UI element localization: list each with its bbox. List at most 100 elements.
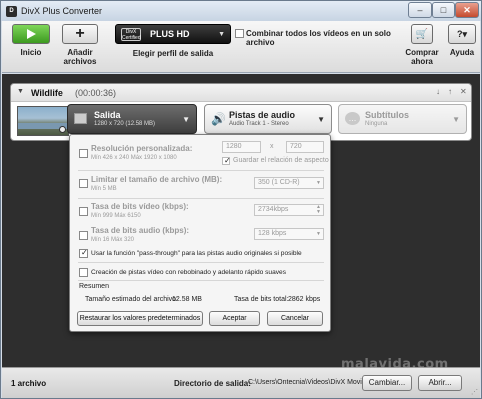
estimated-size-value: 12.58 MB [172,296,202,303]
chevron-down-icon: ▼ [316,180,321,186]
divider [78,170,324,171]
minimize-button[interactable]: – [408,2,432,18]
output-dropdown[interactable]: Salida 1280 x 720 (12.58 MB) ▼ [67,104,197,134]
keep-aspect-checkbox[interactable] [222,156,231,165]
maximize-button[interactable]: □ [432,2,455,18]
passthrough-label: Usar la función "pass-through" para las … [91,250,302,257]
speech-bubble-icon: … [345,112,360,125]
help-label: Ayuda [449,48,475,57]
close-button[interactable]: ✕ [455,2,479,18]
subtitles-subtitle: Ninguna [365,121,388,127]
chevron-down-icon: ▼ [452,115,460,124]
divider [78,280,324,281]
divx-app-icon: D [6,5,17,17]
filesize-title: Limitar el tamaño de archivo (MB): [91,175,223,184]
audio-bitrate-title: Tasa de bits audio (kbps): [91,226,190,235]
video-bitrate-hint: Mín 999 Máx 6150 [91,213,141,219]
buy-button[interactable]: 🛒 [411,24,433,44]
divider [78,262,324,263]
add-files-button[interactable]: + [62,24,98,44]
start-button[interactable] [12,24,50,44]
chevron-down-icon: ▼ [317,115,325,124]
output-dir-label: Directorio de salida: [174,379,251,388]
audio-title: Pistas de audio [229,110,296,120]
audio-bitrate-select[interactable]: 128 kbps ▼ [254,228,324,240]
rewind-tracks-label: Creación de pistas vídeo con rebobinado … [91,269,287,276]
resolution-checkbox[interactable] [79,149,88,158]
plus-icon: + [75,25,85,42]
video-bitrate-title: Tasa de bits vídeo (kbps): [91,202,189,211]
app-window: D DivX Plus Converter – □ ✕ Inicio + Aña… [0,0,482,399]
change-dir-button[interactable]: Cambiar... [362,375,412,391]
total-bitrate-value: 2862 kbps [288,296,321,303]
profile-name: PLUS HD [150,29,190,39]
combine-label: Combinar todos los vídeos en un solo arc… [246,29,391,47]
accept-button[interactable]: Aceptar [209,311,260,326]
video-bitrate-checkbox[interactable] [79,207,88,216]
subtitles-dropdown[interactable]: … Subtítulos Ninguna ▼ [338,104,467,134]
audio-bitrate-checkbox[interactable] [79,231,88,240]
film-icon [74,113,87,124]
summary-label: Resumen [79,283,109,290]
speaker-icon: 🔊 [211,112,226,126]
watermark: malavida.com [341,357,449,372]
play-icon [27,29,36,39]
audio-subtitle: Audio Track 1 - Stereo [229,121,289,127]
buy-label: Comprar ahora [405,48,439,66]
spinner-icon: ▲ ▼ [316,204,321,215]
profile-caption: Elegir perfil de salida [132,49,214,58]
audio-bitrate-value: 128 kbps [258,230,287,237]
window-title: DivX Plus Converter [21,6,103,16]
total-bitrate-label: Tasa de bits total: [234,296,289,303]
audio-tracks-dropdown[interactable]: 🔊 Pistas de audio Audio Track 1 - Stereo… [204,104,332,134]
output-subtitle: 1280 x 720 (12.58 MB) [94,121,156,127]
resolution-title: Resolución personalizada: [91,144,193,153]
chevron-down-icon: ▼ [218,31,225,38]
resize-grip-icon[interactable]: ⋰ [471,388,478,396]
move-up-icon[interactable]: ↑ [448,87,452,96]
open-dir-button[interactable]: Abrir... [418,375,462,391]
combine-checkbox[interactable] [235,29,244,38]
video-bitrate-input[interactable]: 2734kbps ▲ ▼ [254,204,324,216]
height-input[interactable]: 720 [286,141,324,153]
output-dir-path: C:\Users\Ontecnia\Videos\DivX Movies [248,379,370,386]
audio-bitrate-hint: Mín 16 Máx 320 [91,237,135,243]
remove-task-icon[interactable]: ✕ [460,87,467,96]
width-input[interactable]: 1280 [222,141,261,153]
toolbar: Inicio + Añadir archivos DivX Certified … [2,21,480,73]
chevron-down-icon: ▼ [182,115,190,124]
cart-icon: 🛒 [415,28,429,40]
cancel-button[interactable]: Cancelar [267,311,323,326]
filesize-select[interactable]: 350 (1 CD-R) ▼ [254,177,324,189]
filesize-value: 350 (1 CD-R) [258,179,300,186]
task-name: Wildlife [31,88,63,98]
dimension-separator: x [270,143,274,150]
task-duration: (00:00:36) [75,88,117,98]
profile-dropdown[interactable]: DivX Certified PLUS HD ▼ [115,24,231,44]
rewind-tracks-checkbox[interactable] [79,268,88,277]
keep-aspect-label: Guardar el relación de aspecto [233,157,329,164]
filesize-hint: Mín 5 MB [91,186,117,192]
help-button[interactable]: ?▾ [448,24,476,44]
estimated-size-label: Tamaño estimado del archivo: [85,296,178,303]
subtitles-title: Subtítulos [365,110,409,120]
output-title: Salida [94,110,121,120]
resolution-hint: Mín 426 x 240 Máx 1920 x 1080 [91,155,177,161]
chevron-down-icon: ▼ [316,231,321,237]
collapse-toggle-icon[interactable]: ▼ [17,88,24,95]
output-settings-popup: Resolución personalizada: Mín 426 x 240 … [69,134,331,332]
video-thumbnail[interactable] [17,106,69,136]
move-down-icon[interactable]: ↓ [436,87,440,96]
task-header: ▼ Wildlife (00:00:36) ↓ ↑ ✕ [11,84,471,102]
reset-defaults-button[interactable]: Restaurar los valores predeterminados [77,311,203,326]
video-bitrate-value: 2734kbps [258,206,289,213]
preview-icon [59,126,66,133]
help-icon: ?▾ [456,28,467,39]
start-label: Inicio [20,48,42,57]
divider [78,198,324,199]
divx-certified-logo: DivX Certified [121,27,141,41]
filesize-checkbox[interactable] [79,179,88,188]
add-files-label: Añadir archivos [63,48,97,66]
passthrough-checkbox[interactable] [79,248,88,258]
file-count: 1 archivo [11,379,47,388]
